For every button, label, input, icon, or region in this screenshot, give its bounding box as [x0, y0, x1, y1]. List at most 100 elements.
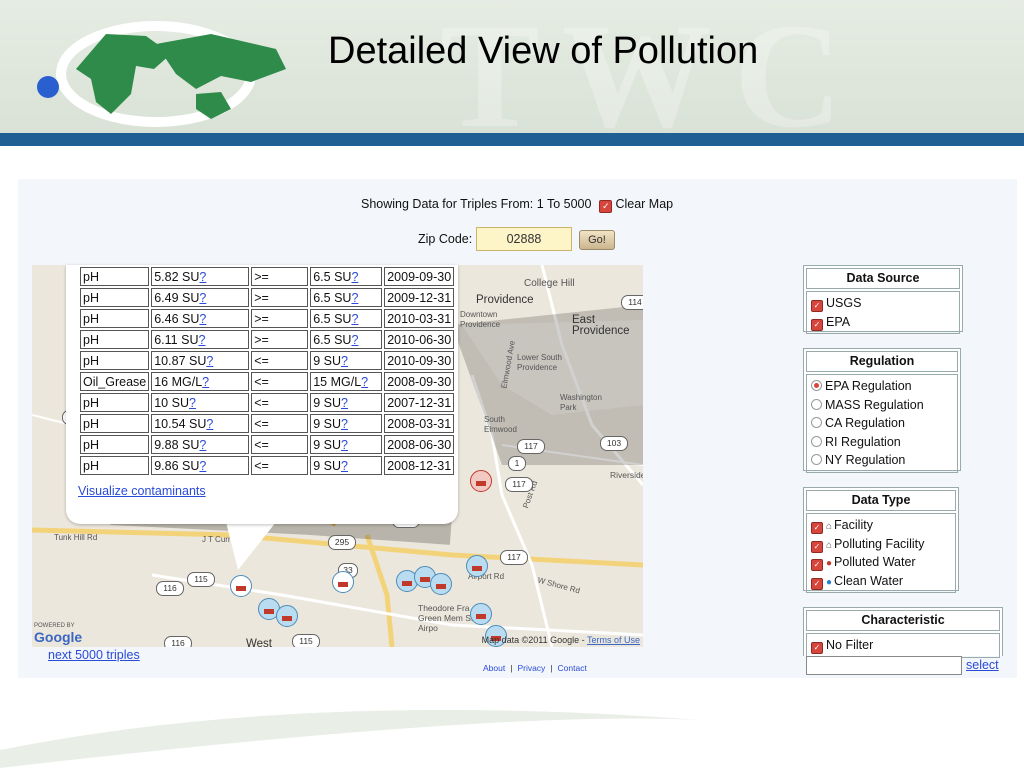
radio-button[interactable] [811, 417, 822, 428]
characteristic-no-filter[interactable]: ✓ No Filter [811, 636, 995, 655]
info-link[interactable]: ? [341, 417, 348, 431]
privacy-link[interactable]: Privacy [517, 663, 545, 673]
checkbox[interactable]: ✓ [811, 559, 823, 571]
checkbox[interactable]: ✓ [811, 300, 823, 312]
map-label-west: West [246, 638, 272, 647]
cell-text: pH [83, 395, 99, 410]
regulation-ca[interactable]: CA Regulation [811, 414, 953, 433]
cell-text: 9 SU [313, 458, 342, 473]
cell-text: pH [83, 353, 99, 368]
data-type-facility[interactable]: ✓ ⌂ Facility [811, 516, 951, 535]
facility-marker[interactable] [470, 603, 492, 625]
cell-text: 2008-03-31 [387, 416, 452, 431]
data-source-usgs[interactable]: ✓ USGS [811, 294, 955, 313]
info-link[interactable]: ? [341, 438, 348, 452]
facility-marker[interactable] [276, 605, 298, 627]
date-cell: 2010-09-30 [384, 351, 455, 370]
cell-text: pH [83, 311, 99, 326]
info-link[interactable]: ? [361, 375, 368, 389]
map-label-riverside: Riverside [610, 470, 643, 480]
info-link[interactable]: ? [351, 270, 358, 284]
radio-button[interactable] [811, 380, 822, 391]
data-source-panel: Data Source ✓ USGS ✓ EPA [803, 265, 963, 334]
info-link[interactable]: ? [351, 312, 358, 326]
go-button[interactable]: Go! [579, 230, 615, 250]
route-shield: 116 [156, 581, 184, 596]
info-link[interactable]: ? [202, 375, 209, 389]
characteristic-cell: pH [80, 456, 150, 475]
info-link[interactable]: ? [199, 438, 206, 452]
cell-text: 9 SU [313, 437, 342, 452]
regulation-epa[interactable]: EPA Regulation [811, 377, 953, 396]
radio-button[interactable] [811, 454, 822, 465]
data-source-epa[interactable]: ✓ EPA [811, 313, 955, 332]
info-link[interactable]: ? [199, 291, 206, 305]
cell-text: 2010-06-30 [387, 332, 452, 347]
cell-text: 2007-12-31 [387, 395, 452, 410]
checkbox[interactable]: ✓ [811, 642, 823, 654]
checkbox[interactable]: ✓ [811, 540, 823, 553]
polluting-facility-marker[interactable] [332, 571, 354, 593]
cell-text: 15 MG/L [313, 374, 362, 389]
contact-link[interactable]: Contact [558, 663, 587, 673]
checkbox[interactable]: ✓ [811, 577, 823, 590]
operator-cell: <= [251, 435, 309, 454]
radio-button[interactable] [811, 398, 822, 410]
status-line: Showing Data for Triples From: 1 To 5000… [361, 197, 673, 213]
data-type-clean-water[interactable]: ✓ ● Clean Water [811, 572, 951, 591]
info-link[interactable]: ? [206, 354, 213, 368]
zip-input[interactable] [476, 227, 572, 251]
characteristic-input[interactable] [806, 656, 962, 675]
date-cell: 2007-12-31 [384, 393, 455, 412]
operator-cell: <= [251, 456, 309, 475]
facility-marker[interactable] [466, 555, 488, 577]
polluted-water-marker[interactable] [470, 470, 492, 492]
checkbox[interactable]: ✓ [811, 522, 823, 534]
characteristic-cell: pH [80, 351, 150, 370]
info-link[interactable]: ? [351, 333, 358, 347]
value-cell: 10.87 SU? [151, 351, 250, 370]
regulation-list: EPA Regulation MASS Regulation CA Regula… [806, 374, 958, 473]
regulation-ri[interactable]: RI Regulation [811, 433, 953, 452]
date-cell: 2008-12-31 [384, 456, 455, 475]
cell-text: 9.88 SU [154, 437, 200, 452]
info-link[interactable]: ? [341, 459, 348, 473]
zip-label: Zip Code: [418, 232, 473, 246]
facility-marker[interactable] [430, 573, 452, 595]
select-link[interactable]: select [966, 658, 999, 672]
polluted-water-icon: ● [826, 558, 833, 569]
cell-text: 6.5 SU [313, 311, 352, 326]
info-link[interactable]: ? [199, 312, 206, 326]
next-triples-link[interactable]: next 5000 triples [48, 648, 140, 662]
info-link[interactable]: ? [199, 270, 206, 284]
data-type-panel: Data Type ✓ ⌂ Facility ✓ ⌂ Polluting Facilit… [803, 487, 959, 593]
info-link[interactable]: ? [199, 459, 206, 473]
regulation-mass[interactable]: MASS Regulation [811, 396, 953, 415]
clear-map-checkbox[interactable]: ✓ [599, 200, 613, 213]
regulation-ny[interactable]: NY Regulation [811, 451, 953, 470]
cell-text: pH [83, 290, 99, 305]
limit-cell: 9 SU? [310, 435, 383, 454]
data-type-polluting-facility[interactable]: ✓ ⌂ Polluting Facility [811, 535, 951, 554]
radio-button[interactable] [811, 435, 822, 447]
value-cell: 6.46 SU? [151, 309, 250, 328]
operator-cell: >= [251, 330, 309, 349]
slide-title: Detailed View of Pollution [328, 30, 759, 72]
info-link[interactable]: ? [341, 354, 348, 368]
info-link[interactable]: ? [189, 396, 196, 410]
cell-text: <= [254, 395, 269, 410]
visualize-contaminants-link[interactable]: Visualize contaminants [78, 484, 206, 498]
info-link[interactable]: ? [198, 333, 205, 347]
option-label: Facility [834, 518, 873, 532]
terms-link[interactable]: Terms of Use [587, 635, 640, 645]
data-type-polluted-water[interactable]: ✓ ● Polluted Water [811, 553, 951, 572]
characteristic-cell: pH [80, 414, 150, 433]
info-link[interactable]: ? [341, 396, 348, 410]
cell-text: 10.87 SU [154, 353, 207, 368]
info-link[interactable]: ? [206, 417, 213, 431]
polluting-facility-marker[interactable] [230, 575, 252, 597]
checkbox[interactable]: ✓ [811, 318, 823, 331]
info-link[interactable]: ? [351, 291, 358, 305]
route-shield: 117 [505, 477, 533, 492]
about-link[interactable]: About [483, 663, 505, 673]
